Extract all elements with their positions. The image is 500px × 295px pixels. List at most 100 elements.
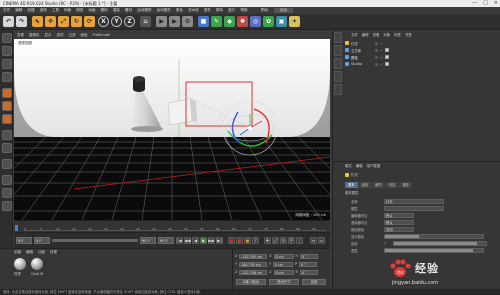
key-help-button[interactable]: ? <box>252 237 259 244</box>
go-to-start-button[interactable]: |◀ <box>176 237 183 244</box>
perspective-viewport[interactable]: 透视视图 网格间距 : 100 cm <box>14 39 330 220</box>
material-name[interactable]: 材质 <box>14 272 21 277</box>
menu-pipeline[interactable]: 流水线 <box>188 8 199 13</box>
object-row-cone[interactable]: 圆锥 ✓ <box>345 54 495 60</box>
point-level-key-icon[interactable]: ⋮ <box>296 237 303 244</box>
attribute-menu-edit[interactable]: 编辑 <box>356 163 363 168</box>
pen-icon[interactable]: ✎ <box>211 16 222 27</box>
axis-mode-icon[interactable] <box>2 130 12 140</box>
subtab-visibility[interactable]: 可见 <box>385 182 399 188</box>
light-icon[interactable]: ✦ <box>289 16 300 27</box>
content-browser-tab[interactable] <box>334 58 342 69</box>
layout-select[interactable]: 启动 <box>273 8 294 13</box>
object-menu-view[interactable]: 查看 <box>373 32 380 37</box>
timeline-settings-icon[interactable]: ≡ <box>310 237 317 244</box>
y-axis-lock[interactable]: Y <box>111 16 122 27</box>
viewport-scene[interactable] <box>14 39 330 220</box>
attribute-menu-user-data[interactable]: 用户数据 <box>367 163 381 168</box>
autokey-button[interactable]: ● <box>236 237 243 244</box>
model-mode-icon[interactable] <box>2 46 12 56</box>
material-name[interactable]: Gold M <box>31 272 43 276</box>
rotation-b-field[interactable]: 0 ° <box>299 269 318 275</box>
next-key-button[interactable]: ▶▶ <box>208 237 215 244</box>
material-menu-texture[interactable]: 纹理 <box>50 250 57 255</box>
record-button[interactable]: ● <box>228 237 235 244</box>
menu-script[interactable]: 脚本 <box>216 8 223 13</box>
takes-tab[interactable] <box>334 45 342 56</box>
object-row-light[interactable]: 灯光 ✓ <box>345 40 495 46</box>
object-menu-bookmarks[interactable]: 书签 <box>405 32 412 37</box>
lock-workplane-icon[interactable] <box>2 175 12 185</box>
prev-key-button[interactable]: ◀◀ <box>184 237 191 244</box>
redo-icon[interactable]: ↷ <box>16 16 27 27</box>
layers-tab[interactable] <box>334 84 342 95</box>
polygons-mode-icon[interactable] <box>2 114 12 124</box>
snap-icon[interactable] <box>2 159 12 169</box>
position-y-field[interactable]: 100.739 cm <box>239 261 268 267</box>
viewport-menu-panel[interactable]: 面板 <box>81 33 88 38</box>
attribute-menu-mode[interactable]: 模式 <box>345 163 352 168</box>
name-field[interactable]: 灯光 <box>384 198 444 204</box>
position-z-field[interactable]: -232.336 cm <box>239 269 268 275</box>
viewport-menu-display[interactable]: 显示 <box>45 33 52 38</box>
rotation-h-field[interactable]: 0 ° <box>300 253 319 259</box>
cube-icon[interactable]: ■ <box>198 16 209 27</box>
menu-tools[interactable]: 工具 <box>52 8 59 13</box>
prev-frame-button[interactable]: ◀ <box>192 237 199 244</box>
menu-animate[interactable]: 动画 <box>88 8 95 13</box>
menu-render[interactable]: 渲染 <box>113 8 120 13</box>
timeline-playhead[interactable] <box>15 225 18 231</box>
material-menu-create[interactable]: 创建 <box>14 250 21 255</box>
timeline[interactable]: 0 5 10 15 20 25 30 35 40 45 50 55 60 65 … <box>14 220 330 232</box>
menu-file[interactable]: 文件 <box>3 8 10 13</box>
x-axis-lock[interactable]: X <box>98 16 109 27</box>
parameter-key-icon[interactable]: P <box>288 237 295 244</box>
menu-sculpt[interactable]: 雕刻 <box>125 8 132 13</box>
rotate-icon[interactable]: ↻ <box>71 16 82 27</box>
material-tag-icon[interactable] <box>385 62 390 66</box>
menu-mograph[interactable]: 运动图形 <box>156 8 170 13</box>
menu-window[interactable]: 窗口 <box>228 8 235 13</box>
viewport-menu-options[interactable]: 选项 <box>57 33 64 38</box>
position-x-field[interactable]: -152.765 cm <box>239 253 268 259</box>
enabled-check-icon[interactable]: ✓ <box>380 48 383 53</box>
layer-field[interactable] <box>384 205 444 211</box>
make-editable-icon[interactable] <box>2 33 12 43</box>
live-select-icon[interactable]: ⬉ <box>32 16 43 27</box>
subtab-basic[interactable]: 基本 <box>345 182 358 188</box>
keyframe-selection-button[interactable]: ● <box>244 237 251 244</box>
play-button[interactable]: ▶ <box>200 237 207 244</box>
subtab-coord[interactable]: 坐标 <box>358 182 372 188</box>
menu-plugins[interactable]: 插件 <box>204 8 211 13</box>
menu-edit[interactable]: 编辑 <box>15 8 22 13</box>
size-x-field[interactable]: 0 cm <box>273 253 294 259</box>
enabled-check-icon[interactable]: ✓ <box>380 55 383 60</box>
rotation-p-field[interactable]: 0 ° <box>299 261 318 267</box>
menu-motion-tracker[interactable]: 运动跟踪 <box>137 8 151 13</box>
preview-end-field[interactable]: 90 F <box>158 237 174 244</box>
subtab-details[interactable]: 细节 <box>372 182 385 188</box>
enabled-checkbox[interactable]: ✓ <box>384 241 390 245</box>
edges-mode-icon[interactable] <box>2 101 12 111</box>
object-row-cube[interactable]: 立方体 ✓ <box>345 47 495 53</box>
recent-tool-icon[interactable]: ⟳ <box>84 16 95 27</box>
coordinate-system-icon[interactable]: ⌂ <box>140 16 151 27</box>
close-button[interactable]: × <box>494 0 498 6</box>
scale-key-icon[interactable]: ⤢ <box>272 237 279 244</box>
structure-tab[interactable] <box>334 71 342 82</box>
scale-icon[interactable]: ⤢ <box>58 16 69 27</box>
enabled-bar[interactable] <box>393 240 487 246</box>
deformer-icon[interactable]: ◎ <box>250 16 261 27</box>
current-frame-field[interactable]: 0 F <box>16 237 32 244</box>
visibility-dot[interactable] <box>375 62 378 66</box>
menu-snap[interactable]: 捕捉 <box>76 8 83 13</box>
object-menu-file[interactable]: 文件 <box>351 32 358 37</box>
object-name[interactable]: 圆锥 <box>351 55 373 60</box>
size-mode-select[interactable]: 绝对尺寸 <box>269 279 299 285</box>
menu-create[interactable]: 创建 <box>27 8 34 13</box>
planar-workplane-icon[interactable] <box>2 188 12 198</box>
viewport-menu-prorender[interactable]: ProRender <box>93 33 111 37</box>
menu-mesh[interactable]: 网格 <box>64 8 71 13</box>
solo-icon[interactable] <box>2 201 12 211</box>
apply-button[interactable]: 应用 <box>302 279 326 285</box>
